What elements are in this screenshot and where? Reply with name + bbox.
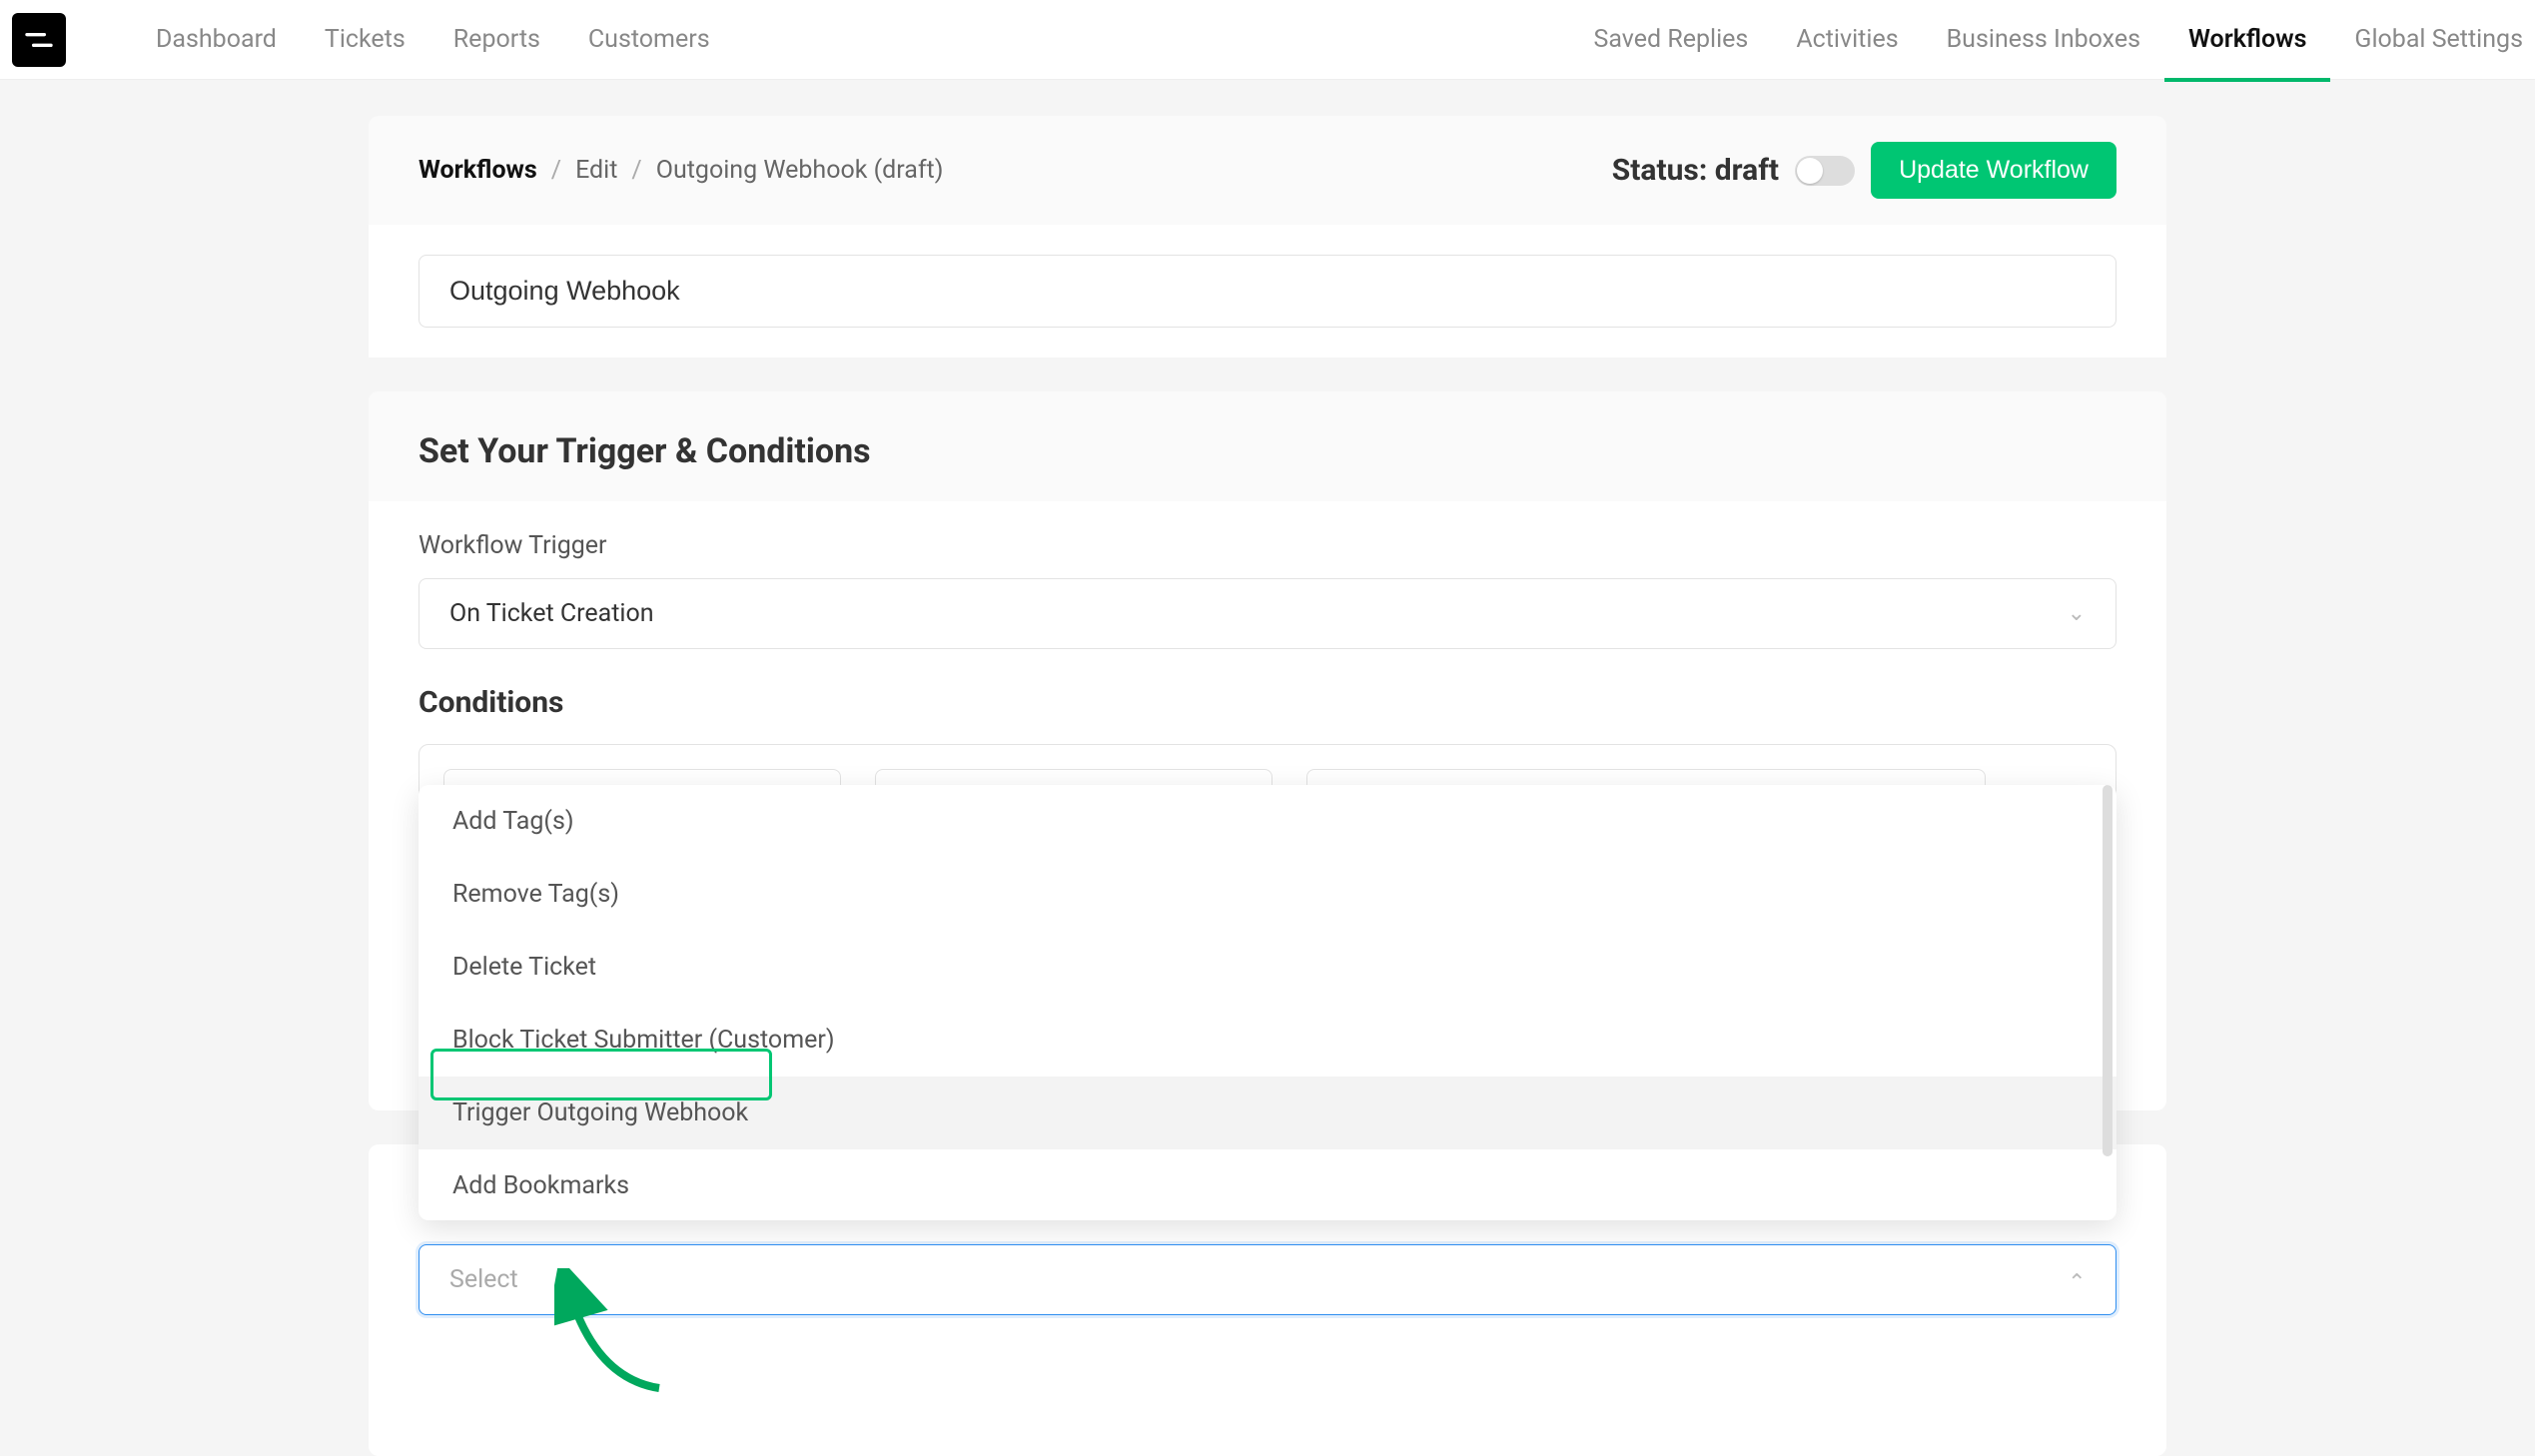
dropdown-item-add-bookmarks[interactable]: Add Bookmarks [419,1149,2116,1220]
dropdown-scrollbar[interactable] [2103,785,2112,1156]
breadcrumb-edit[interactable]: Edit [575,156,617,185]
nav-dashboard[interactable]: Dashboard [156,25,277,54]
nav-business-inboxes[interactable]: Business Inboxes [1947,25,2140,82]
nav-global-settings[interactable]: Global Settings [2354,25,2523,82]
status-toggle[interactable] [1795,156,1855,186]
page-header: Workflows / Edit / Outgoing Webhook (dra… [369,116,2166,225]
page-content: Workflows / Edit / Outgoing Webhook (dra… [369,80,2166,1456]
nav-right: Saved Replies Activities Business Inboxe… [1594,25,2523,54]
nav-tickets[interactable]: Tickets [325,25,406,54]
status-label: Status: draft [1612,153,1779,188]
dropdown-item-block-submitter[interactable]: Block Ticket Submitter (Customer) [419,1004,2116,1077]
top-navbar: Dashboard Tickets Reports Customers Save… [0,0,2535,80]
chevron-down-icon: ⌄ [2068,601,2086,626]
breadcrumb: Workflows / Edit / Outgoing Webhook (dra… [419,156,943,185]
toggle-knob [1797,158,1823,184]
trigger-card-title: Set Your Trigger & Conditions [369,391,2166,501]
chevron-up-icon: ⌄ [2068,1267,2086,1292]
action-dropdown: Add Tag(s) Remove Tag(s) Delete Ticket B… [419,785,2116,1220]
conditions-title: Conditions [419,685,2116,720]
action-type-select[interactable]: Select ⌄ [419,1244,2116,1315]
workflow-name-input[interactable] [419,255,2116,328]
workflow-trigger-select[interactable]: On Ticket Creation ⌄ [419,578,2116,649]
header-actions: Status: draft Update Workflow [1612,142,2116,199]
nav-activities[interactable]: Activities [1796,25,1898,82]
nav-left: Dashboard Tickets Reports Customers [156,25,710,54]
dropdown-item-add-tags[interactable]: Add Tag(s) [419,785,2116,858]
update-workflow-button[interactable]: Update Workflow [1871,142,2116,199]
dropdown-item-delete-ticket[interactable]: Delete Ticket [419,931,2116,1004]
breadcrumb-workflows[interactable]: Workflows [419,156,537,185]
action-select-placeholder: Select [449,1265,518,1294]
nav-customers[interactable]: Customers [588,25,710,54]
app-logo [12,13,66,67]
nav-saved-replies[interactable]: Saved Replies [1594,25,1749,82]
nav-workflows[interactable]: Workflows [2188,25,2306,82]
actions-card: Add Tag(s) Remove Tag(s) Delete Ticket B… [369,1144,2166,1456]
breadcrumb-sep: / [631,156,641,185]
breadcrumb-current: Outgoing Webhook (draft) [656,156,944,185]
workflow-trigger-value: On Ticket Creation [449,599,654,628]
workflow-trigger-label: Workflow Trigger [419,531,2116,560]
workflow-name-row [369,225,2166,358]
dropdown-item-trigger-webhook[interactable]: Trigger Outgoing Webhook [419,1077,2116,1149]
nav-reports[interactable]: Reports [453,25,540,54]
breadcrumb-sep: / [551,156,561,185]
dropdown-item-remove-tags[interactable]: Remove Tag(s) [419,858,2116,931]
